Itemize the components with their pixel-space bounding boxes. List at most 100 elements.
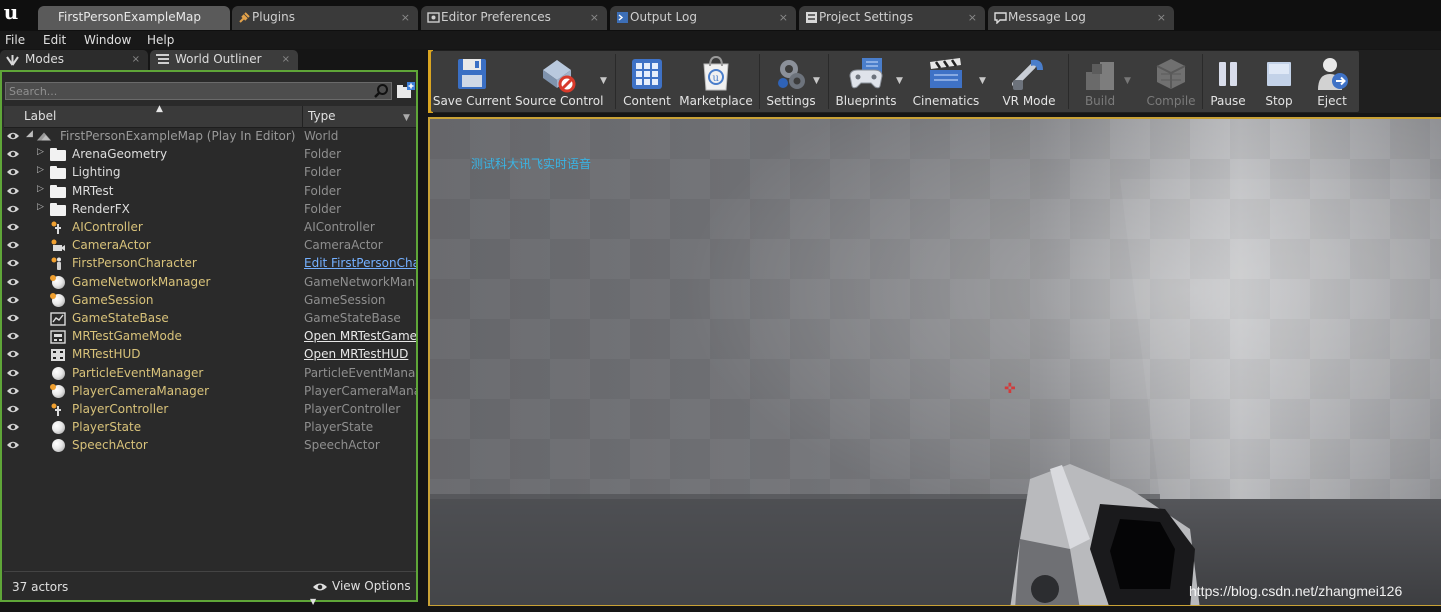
folder-row[interactable]: ▷ MRTest Folder xyxy=(4,183,416,201)
expand-arrow-icon[interactable]: ▷ xyxy=(37,165,44,175)
actor-row[interactable]: FirstPersonCharacter Edit FirstPersonChar… xyxy=(4,255,416,273)
actor-row[interactable]: GameNetworkManager GameNetworkManager xyxy=(4,274,416,292)
eject-button[interactable]: Eject xyxy=(1309,51,1355,112)
tab-plugins[interactable]: Plugins × xyxy=(232,6,418,30)
actor-row[interactable]: PlayerCameraManager PlayerCameraManager xyxy=(4,383,416,401)
compile-button[interactable]: Compile xyxy=(1140,51,1202,112)
chevron-down-icon[interactable]: ▼ xyxy=(403,113,410,123)
visibility-eye-icon[interactable] xyxy=(6,204,20,214)
source-control-button[interactable]: Source Control xyxy=(515,51,603,112)
collapse-arrow-icon[interactable]: ◢ xyxy=(26,129,33,139)
menu-file[interactable]: File xyxy=(5,32,25,48)
settings-tab-icon xyxy=(806,12,817,23)
add-folder-icon[interactable] xyxy=(395,81,415,101)
visibility-eye-icon[interactable] xyxy=(6,313,20,323)
build-dropdown-icon[interactable]: ▼ xyxy=(1124,76,1131,86)
actor-row[interactable]: PlayerController PlayerController xyxy=(4,401,416,419)
blueprints-button[interactable]: Blueprints xyxy=(832,51,900,112)
content-button[interactable]: Content xyxy=(619,51,675,112)
row-type-link[interactable]: Open MRTestGameMode xyxy=(304,329,416,343)
toolbar-label: Stop xyxy=(1265,94,1293,108)
close-icon[interactable]: × xyxy=(968,6,977,29)
world-root-row[interactable]: ◢ FirstPersonExampleMap (Play In Editor) W… xyxy=(4,128,416,146)
toolbar-label: Cinematics xyxy=(912,94,980,108)
search-input[interactable] xyxy=(5,82,392,100)
close-icon[interactable]: × xyxy=(132,50,140,69)
visibility-eye-icon[interactable] xyxy=(6,167,20,177)
visibility-eye-icon[interactable] xyxy=(6,258,20,268)
visibility-eye-icon[interactable] xyxy=(6,404,20,414)
row-type: Folder xyxy=(304,147,342,162)
pause-button[interactable]: Pause xyxy=(1206,51,1250,112)
stop-button[interactable]: Stop xyxy=(1257,51,1301,112)
folder-row[interactable]: ▷ RenderFX Folder xyxy=(4,201,416,219)
tab-label: Editor Preferences xyxy=(441,10,551,24)
settings-dropdown-icon[interactable]: ▼ xyxy=(813,76,820,86)
close-icon[interactable]: × xyxy=(590,6,599,29)
visibility-eye-icon[interactable] xyxy=(6,440,20,450)
cinematics-dropdown-icon[interactable]: ▼ xyxy=(979,76,986,86)
marketplace-button[interactable]: u Marketplace xyxy=(678,51,754,112)
actor-row[interactable]: MRTestGameMode Open MRTestGameMode xyxy=(4,328,416,346)
visibility-eye-icon[interactable] xyxy=(6,131,20,141)
actor-count: 37 actors xyxy=(12,580,69,594)
vr-mode-button[interactable]: VR Mode xyxy=(994,51,1064,112)
bottom-status-strip xyxy=(0,606,1441,612)
visibility-eye-icon[interactable] xyxy=(6,240,20,250)
close-icon[interactable]: × xyxy=(401,6,410,29)
close-icon[interactable]: × xyxy=(282,50,290,69)
tab-world-outliner[interactable]: World Outliner × xyxy=(150,50,298,70)
menu-help[interactable]: Help xyxy=(147,32,174,48)
actor-row[interactable]: GameSession GameSession xyxy=(4,292,416,310)
settings-button[interactable]: Settings xyxy=(763,51,819,112)
column-type-header[interactable]: Type xyxy=(308,109,336,123)
actor-row[interactable]: ParticleEventManager ParticleEventManager xyxy=(4,365,416,383)
tab-modes[interactable]: Modes × xyxy=(0,50,148,70)
visibility-eye-icon[interactable] xyxy=(6,349,20,359)
blueprints-dropdown-icon[interactable]: ▼ xyxy=(896,76,903,86)
cinematics-button[interactable]: Cinematics xyxy=(911,51,981,112)
source-control-dropdown-icon[interactable]: ▼ xyxy=(600,76,607,86)
visibility-eye-icon[interactable] xyxy=(6,386,20,396)
actor-row[interactable]: CameraActor CameraActor xyxy=(4,237,416,255)
visibility-eye-icon[interactable] xyxy=(6,186,20,196)
expand-arrow-icon[interactable]: ▷ xyxy=(37,202,44,212)
save-current-button[interactable]: Save Current xyxy=(432,51,512,112)
actor-row[interactable]: SpeechActor SpeechActor xyxy=(4,437,416,455)
column-resize-handle[interactable] xyxy=(302,106,303,128)
close-icon[interactable]: × xyxy=(779,6,788,29)
visibility-eye-icon[interactable] xyxy=(6,149,20,159)
tab-firstpersonexamplemap[interactable]: FirstPersonExampleMap xyxy=(38,6,230,30)
unreal-logo[interactable]: u xyxy=(0,0,22,30)
visibility-eye-icon[interactable] xyxy=(6,422,20,432)
row-type-link[interactable]: Edit FirstPersonCharacter xyxy=(304,256,416,270)
visibility-eye-icon[interactable] xyxy=(6,222,20,232)
close-icon[interactable]: × xyxy=(1157,6,1166,29)
visibility-eye-icon[interactable] xyxy=(6,368,20,378)
visibility-eye-icon[interactable] xyxy=(6,277,20,287)
actor-row[interactable]: GameStateBase GameStateBase xyxy=(4,310,416,328)
column-label-header[interactable]: Label xyxy=(24,109,56,123)
toolbar-separator xyxy=(1068,54,1069,109)
expand-arrow-icon[interactable]: ▷ xyxy=(37,184,44,194)
tab-project-settings[interactable]: Project Settings × xyxy=(799,6,985,30)
tab-output-log[interactable]: Output Log × xyxy=(610,6,796,30)
visibility-eye-icon[interactable] xyxy=(6,295,20,305)
row-type: Folder xyxy=(304,165,342,180)
folder-row[interactable]: ▷ ArenaGeometry Folder xyxy=(4,146,416,164)
expand-arrow-icon[interactable]: ▷ xyxy=(37,147,44,157)
row-type-link[interactable]: Open MRTestHUD xyxy=(304,347,416,361)
actor-row[interactable]: PlayerState PlayerState xyxy=(4,419,416,437)
view-options-button[interactable]: View Options ▼ xyxy=(310,579,416,607)
tab-editor-preferences[interactable]: Editor Preferences × xyxy=(421,6,607,30)
menu-window[interactable]: Window xyxy=(84,32,131,48)
actor-row[interactable]: AIController AIController xyxy=(4,219,416,237)
menu-edit[interactable]: Edit xyxy=(43,32,66,48)
actor-row[interactable]: MRTestHUD Open MRTestHUD xyxy=(4,346,416,364)
tab-message-log[interactable]: Message Log × xyxy=(988,6,1174,30)
folder-row[interactable]: ▷ Lighting Folder xyxy=(4,164,416,182)
visibility-eye-icon[interactable] xyxy=(6,331,20,341)
build-button[interactable]: Build xyxy=(1072,51,1128,112)
level-viewport[interactable]: 测试科大讯飞实时语音 ✜ https://blog.csdn.net/zhang… xyxy=(428,117,1441,607)
search-icon[interactable] xyxy=(373,83,389,99)
